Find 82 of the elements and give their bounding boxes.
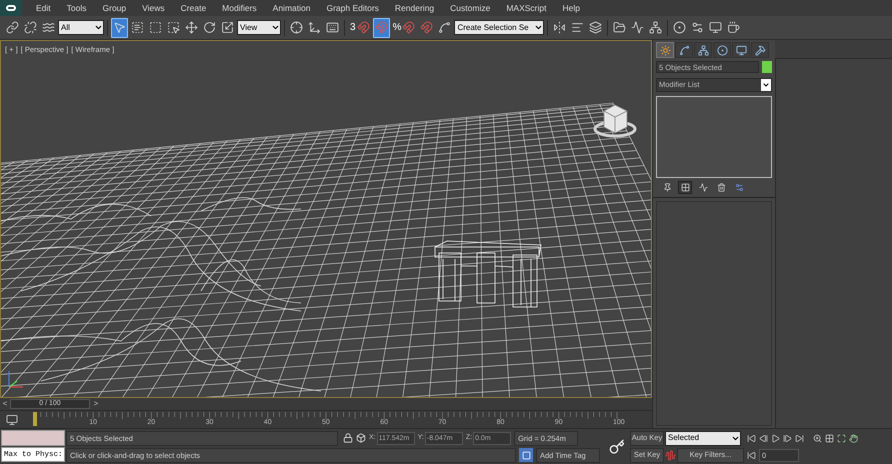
toolbar-button[interactable] <box>111 18 128 38</box>
go-to-end-icon[interactable] <box>795 434 804 442</box>
selection-filter-dropdown[interactable]: All <box>58 20 104 35</box>
command-panel-tab[interactable] <box>656 42 674 58</box>
command-panel-tab[interactable] <box>751 42 769 58</box>
magnet-icon <box>420 21 434 34</box>
menu-item[interactable]: Create <box>180 2 206 14</box>
toolbar-button[interactable] <box>372 18 390 38</box>
command-panel-tab[interactable] <box>713 42 731 58</box>
previous-frame-button[interactable]: < <box>0 400 10 408</box>
menu-item[interactable]: Views <box>142 2 165 14</box>
menu-item[interactable]: Graph Editors <box>326 2 379 14</box>
link-icon <box>6 21 19 34</box>
crosshair-icon <box>290 21 303 34</box>
curve-icon <box>678 44 690 56</box>
unlink-icon <box>24 21 37 34</box>
dashed-square-pointer-icon <box>167 21 180 34</box>
command-panel-tab[interactable] <box>732 42 750 58</box>
move-icon <box>185 21 198 34</box>
angle-snap-icon <box>374 21 388 34</box>
go-to-start-icon[interactable] <box>747 434 756 442</box>
stack-button[interactable] <box>678 181 692 194</box>
object-color-swatch[interactable] <box>762 61 772 73</box>
key-curve-icon[interactable] <box>665 450 676 460</box>
pan-icon[interactable] <box>849 434 858 442</box>
zoom-icon[interactable] <box>813 434 822 442</box>
curve-graph-icon <box>631 21 644 34</box>
time-tag-button[interactable] <box>519 448 533 462</box>
hierarchy-icon <box>698 44 708 56</box>
named-selection-dropdown[interactable]: Create Selection Se <box>454 20 544 35</box>
schematic-icon <box>649 21 662 34</box>
trash-icon <box>716 183 726 192</box>
next-frame-button[interactable]: > <box>90 400 102 408</box>
menu-item[interactable]: Edit <box>36 2 51 14</box>
lock-icon[interactable] <box>343 433 353 443</box>
magnet-icon <box>402 21 416 34</box>
reference-coordinate-dropdown[interactable]: View <box>237 20 281 35</box>
dashed-square-icon <box>149 21 162 34</box>
pointer-icon <box>113 21 126 34</box>
tag-square-icon <box>522 450 530 460</box>
magnet-icon <box>356 21 370 34</box>
axis-tripod-icon <box>8 371 23 388</box>
maxscript-listener-field[interactable] <box>1 430 65 446</box>
menu-item[interactable]: MAXScript <box>506 2 546 14</box>
modifier-stack-list[interactable] <box>656 96 772 178</box>
menu-item[interactable]: Group <box>102 2 126 14</box>
menu-item[interactable]: Modifiers <box>222 2 257 14</box>
toolbar-button[interactable]: 3 <box>348 18 372 38</box>
configure-icon <box>734 183 744 192</box>
next-frame-icon[interactable] <box>783 434 792 442</box>
disc-icon <box>716 44 728 56</box>
keyboard-icon <box>326 21 339 34</box>
sphere-icon <box>673 21 686 34</box>
view-cube-icon[interactable] <box>594 104 636 138</box>
key-mode-dropdown[interactable]: Selected <box>665 430 741 446</box>
toolbar-button[interactable]: % <box>390 18 418 38</box>
previous-frame-icon[interactable] <box>759 434 768 442</box>
menu-item[interactable]: Rendering <box>394 2 434 14</box>
select-list-icon <box>131 21 144 34</box>
hammer-icon <box>754 44 766 56</box>
menu-item[interactable]: Tools <box>66 2 86 14</box>
rotate-icon <box>203 21 216 34</box>
menu-item[interactable]: Animation <box>272 2 310 14</box>
waves-icon <box>42 21 55 34</box>
command-panel-tab[interactable] <box>675 42 693 58</box>
mirror-icon <box>553 21 566 34</box>
key-icon[interactable] <box>609 438 625 454</box>
axis-gizmo-icon <box>308 21 321 34</box>
app-logo-icon[interactable] <box>0 0 22 16</box>
folder-icon <box>613 21 626 34</box>
sun-icon <box>660 44 670 56</box>
current-frame-marker[interactable] <box>33 412 37 426</box>
menu-item[interactable]: Customize <box>450 2 490 14</box>
align-icon <box>571 21 584 34</box>
scale-icon <box>221 21 234 34</box>
play-icon[interactable] <box>771 434 780 442</box>
pin-icon <box>662 183 672 192</box>
monitor-icon <box>736 44 746 56</box>
command-panel-tab[interactable] <box>694 42 712 58</box>
layers-icon <box>589 21 602 34</box>
zoom-extents-icon[interactable] <box>837 434 846 442</box>
menu-item[interactable]: Help <box>562 2 580 14</box>
